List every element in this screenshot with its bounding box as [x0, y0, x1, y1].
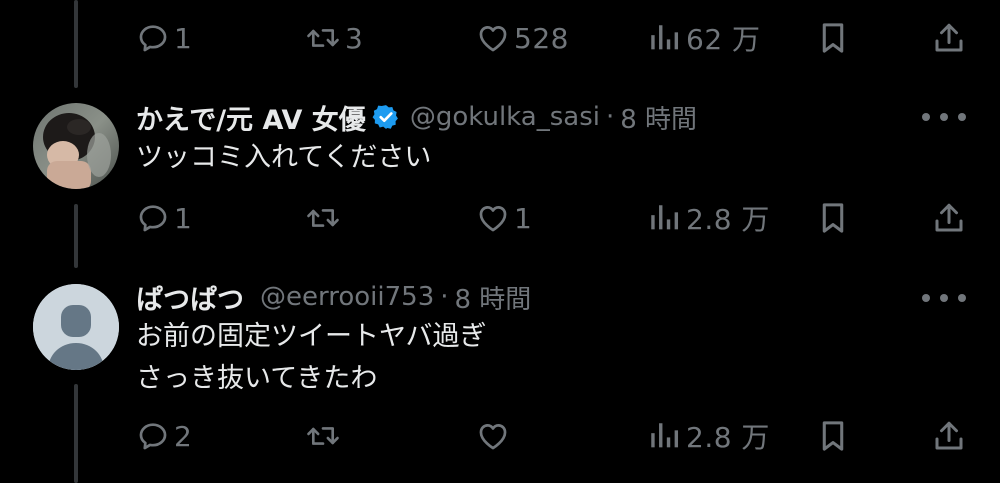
views-button[interactable]: 2.8 万 — [648, 416, 770, 456]
more-dot — [940, 113, 948, 121]
share-upload-icon — [935, 23, 963, 52]
display-name[interactable]: ぱつぱつ — [136, 278, 244, 317]
repost-button[interactable] — [305, 416, 345, 456]
bookmark-button[interactable] — [817, 18, 849, 58]
user-handle[interactable]: @gokulka_sasi — [410, 102, 600, 132]
bookmark-icon — [822, 23, 844, 53]
tweet-actions: 2 2.8 万 — [0, 416, 1000, 456]
tweet-text-line: ツッコミ入れてください — [136, 142, 432, 173]
heart-icon — [479, 206, 507, 232]
repost-count: 3 — [345, 21, 364, 55]
more-dot — [958, 294, 966, 302]
tweet-actions: 1 1 2.8 万 — [0, 198, 1000, 238]
reply-button[interactable]: 1 — [136, 18, 192, 58]
views-count: 62 万 — [686, 23, 761, 56]
heart-icon — [479, 424, 507, 450]
bar-chart-icon — [651, 25, 679, 50]
reply-count: 2 — [174, 419, 193, 453]
tweet-text-line: お前の固定ツイートヤバ過ぎ — [136, 321, 487, 352]
tweet-header: かえで/元 AV 女優 @gokulka_sasi · 8 時間 — [136, 97, 697, 137]
avatar[interactable] — [33, 103, 119, 189]
bookmark-button[interactable] — [817, 416, 849, 456]
share-button[interactable] — [931, 198, 967, 238]
parent-tweet-actions: 1 3 528 62 万 — [0, 18, 1000, 58]
bookmark-button[interactable] — [817, 198, 849, 238]
more-dots-icon — [922, 113, 930, 121]
user-handle[interactable]: @eerrooii753 — [260, 282, 434, 312]
more-dot — [958, 113, 966, 121]
heart-icon — [479, 26, 507, 52]
views-count: 2.8 万 — [686, 421, 770, 454]
reply-bubble-icon — [139, 205, 167, 232]
share-button[interactable] — [931, 18, 967, 58]
share-upload-icon — [935, 203, 963, 232]
tweet-text: お前の固定ツイートヤバ過ぎ さっき抜いてきたわ — [136, 318, 486, 398]
reply-count: 1 — [174, 21, 193, 55]
share-upload-icon — [935, 421, 963, 450]
tweet-text: ツッコミ入れてください — [136, 139, 431, 177]
timestamp[interactable]: 8 時間 — [620, 99, 697, 136]
repost-button[interactable] — [305, 198, 345, 238]
separator-dot: · — [440, 282, 449, 312]
share-button[interactable] — [931, 416, 967, 456]
more-options-button[interactable] — [922, 288, 966, 308]
more-dot — [940, 294, 948, 302]
default-avatar[interactable] — [33, 284, 119, 370]
reply-bubble-icon — [139, 25, 167, 52]
avatar-photo — [33, 103, 119, 189]
views-button[interactable]: 2.8 万 — [648, 198, 770, 238]
bookmark-icon — [822, 203, 844, 233]
views-count: 2.8 万 — [686, 203, 770, 236]
timestamp[interactable]: 8 時間 — [455, 279, 532, 316]
views-button[interactable]: 62 万 — [648, 18, 761, 58]
like-count: 528 — [514, 21, 569, 55]
separator-dot: · — [605, 102, 615, 132]
reply-button[interactable]: 1 — [136, 198, 192, 238]
default-avatar-icon — [33, 284, 119, 370]
bar-chart-icon — [651, 205, 679, 230]
like-count: 1 — [514, 201, 533, 235]
bookmark-icon — [822, 421, 844, 451]
like-button[interactable]: 528 — [476, 18, 569, 58]
tweet-header: ぱつぱつ @eerrooii753 · 8 時間 — [136, 277, 531, 317]
like-button[interactable] — [476, 416, 514, 456]
verified-badge-icon — [372, 103, 400, 131]
reply-bubble-icon — [139, 423, 167, 450]
repost-arrows-icon — [307, 209, 339, 227]
display-name[interactable]: かえで/元 AV 女優 — [136, 98, 366, 137]
reply-count: 1 — [174, 201, 193, 235]
tweet-text-line: さっき抜いてきたわ — [136, 363, 378, 394]
bar-chart-icon — [651, 423, 679, 448]
repost-arrows-icon — [307, 29, 339, 47]
reply-button[interactable]: 2 — [136, 416, 192, 456]
more-options-button[interactable] — [922, 107, 966, 127]
like-button[interactable]: 1 — [476, 198, 532, 238]
repost-arrows-icon — [307, 427, 339, 445]
repost-button[interactable]: 3 — [305, 18, 363, 58]
more-dots-icon — [922, 294, 930, 302]
